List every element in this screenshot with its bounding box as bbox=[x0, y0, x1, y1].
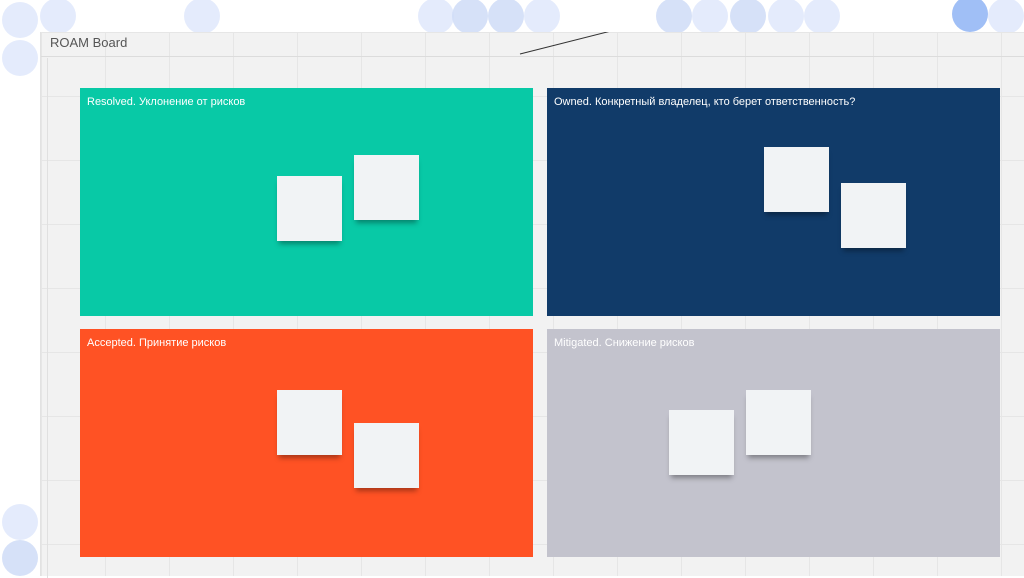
avatar bbox=[804, 0, 840, 34]
sticky-note[interactable] bbox=[764, 147, 829, 212]
avatar bbox=[692, 0, 728, 34]
sticky-note[interactable] bbox=[841, 183, 906, 248]
avatar bbox=[2, 40, 38, 76]
sticky-note[interactable] bbox=[354, 423, 419, 488]
sticky-note[interactable] bbox=[746, 390, 811, 455]
avatar bbox=[40, 0, 76, 34]
avatar bbox=[988, 0, 1024, 34]
quadrant-accepted[interactable]: Accepted. Принятие рисков bbox=[80, 329, 533, 557]
sticky-note[interactable] bbox=[354, 155, 419, 220]
quadrant-resolved[interactable]: Resolved. Уклонение от рисков bbox=[80, 88, 533, 316]
sticky-note[interactable] bbox=[277, 176, 342, 241]
avatar bbox=[488, 0, 524, 34]
avatar bbox=[418, 0, 454, 34]
avatar bbox=[452, 0, 488, 34]
quadrant-title: Mitigated. Снижение рисков bbox=[554, 337, 695, 349]
quadrant-title: Owned. Конкретный владелец, кто берет от… bbox=[554, 96, 856, 108]
avatar bbox=[184, 0, 220, 34]
quadrant-title: Resolved. Уклонение от рисков bbox=[87, 96, 246, 108]
avatar bbox=[768, 0, 804, 34]
sticky-note[interactable] bbox=[669, 410, 734, 475]
quadrant-mitigated[interactable]: Mitigated. Снижение рисков bbox=[547, 329, 1000, 557]
quadrant-title: Accepted. Принятие рисков bbox=[87, 337, 227, 349]
avatar bbox=[524, 0, 560, 34]
sticky-note[interactable] bbox=[277, 390, 342, 455]
avatar bbox=[656, 0, 692, 34]
avatar bbox=[2, 540, 38, 576]
avatar bbox=[2, 504, 38, 540]
avatar bbox=[952, 0, 988, 32]
avatar bbox=[730, 0, 766, 34]
quadrant-owned[interactable]: Owned. Конкретный владелец, кто берет от… bbox=[547, 88, 1000, 316]
avatar bbox=[2, 2, 38, 38]
